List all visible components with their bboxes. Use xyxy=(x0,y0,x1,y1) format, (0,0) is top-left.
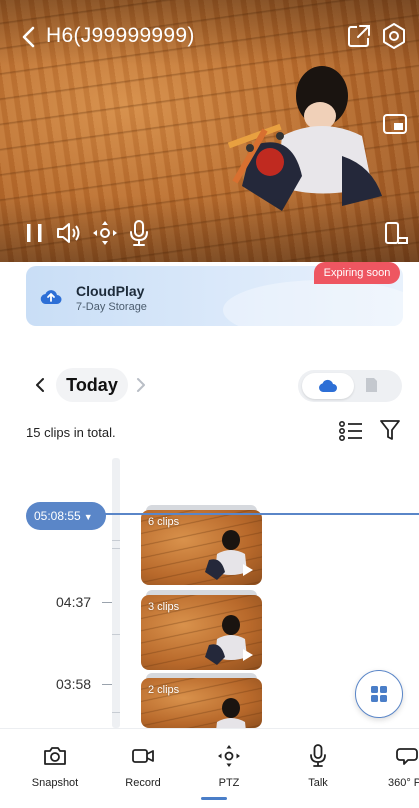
time-dash xyxy=(102,684,112,685)
volume-icon[interactable] xyxy=(54,218,84,248)
clip-thumbnail xyxy=(216,698,246,728)
timeline-cursor-line xyxy=(100,513,419,515)
time-label: 04:37 xyxy=(56,594,92,610)
clips-count: 15 clips in total. xyxy=(26,425,116,440)
play-icon xyxy=(239,562,255,578)
record-button[interactable]: Record xyxy=(108,743,178,801)
share-icon[interactable] xyxy=(345,22,373,50)
cursor-time: 05:08:55 xyxy=(34,509,81,523)
expiring-badge: Expiring soon xyxy=(314,262,400,284)
grid-icon xyxy=(371,686,387,702)
camera-playback-screen: H6(J99999999) CloudPlay 7-Day Storage Ex… xyxy=(0,0,419,808)
pause-icon[interactable] xyxy=(20,218,50,248)
video-camera-icon xyxy=(130,743,156,769)
grid-view-button[interactable] xyxy=(355,670,403,718)
timeline-track[interactable] xyxy=(112,458,120,728)
timeline-tick xyxy=(112,540,120,541)
cloudplay-subtitle: 7-Day Storage xyxy=(76,301,147,313)
list-view-icon[interactable] xyxy=(337,417,365,445)
360-view-label: 360° P xyxy=(388,777,419,789)
snapshot-button[interactable]: Snapshot xyxy=(20,743,90,801)
snapshot-label: Snapshot xyxy=(31,777,79,789)
live-video-view[interactable]: H6(J99999999) xyxy=(0,0,419,262)
screen-rotate-icon[interactable] xyxy=(382,218,412,248)
chevron-right-icon[interactable] xyxy=(134,376,148,394)
settings-icon[interactable] xyxy=(380,22,408,50)
camera-title: H6(J99999999) xyxy=(46,24,195,47)
time-label: 03:58 xyxy=(56,676,92,692)
date-selector[interactable]: Today xyxy=(56,368,128,402)
camera-icon xyxy=(42,743,68,769)
clip-group-label: 3 clips xyxy=(148,601,180,613)
storage-source-toggle xyxy=(298,370,402,402)
cloud-storage-tab[interactable] xyxy=(302,373,354,399)
microphone-icon[interactable] xyxy=(124,218,154,248)
clip-group[interactable]: 2 clips xyxy=(141,678,262,728)
360-view-button[interactable]: 360° P xyxy=(372,743,419,801)
chevron-left-icon[interactable] xyxy=(32,376,48,394)
ptz-icon xyxy=(216,743,242,769)
play-icon xyxy=(239,647,255,663)
clip-group-label: 6 clips xyxy=(148,516,180,528)
banner-decoration xyxy=(223,280,403,326)
bottom-toolbar: Snapshot Record PTZ Talk 360° P xyxy=(0,728,419,808)
cloud-upload-icon xyxy=(39,285,63,309)
back-arrow-icon[interactable] xyxy=(14,22,44,52)
clip-group[interactable]: 3 clips xyxy=(141,595,262,670)
ptz-icon[interactable] xyxy=(90,218,120,248)
talk-button[interactable]: Talk xyxy=(283,743,353,801)
ptz-button[interactable]: PTZ xyxy=(194,743,264,801)
cloudplay-title: CloudPlay xyxy=(76,283,145,299)
sd-card-icon[interactable] xyxy=(364,376,378,394)
talk-label: Talk xyxy=(308,777,328,789)
microphone-icon xyxy=(305,743,331,769)
picture-in-picture-icon[interactable] xyxy=(382,112,408,136)
active-tool-indicator xyxy=(201,797,227,800)
clip-group[interactable]: 6 clips xyxy=(141,510,262,585)
filter-icon[interactable] xyxy=(378,417,402,443)
time-dash xyxy=(102,602,112,603)
clip-group-label: 2 clips xyxy=(148,684,180,696)
cloud-icon xyxy=(319,379,337,392)
record-label: Record xyxy=(125,777,161,789)
ptz-label: PTZ xyxy=(218,777,240,789)
timeline-tick xyxy=(112,634,120,635)
timeline-cursor[interactable]: 05:08:55 ▼ xyxy=(26,502,106,530)
360-view-icon xyxy=(394,743,419,769)
timeline-tick xyxy=(112,712,120,713)
video-header: H6(J99999999) xyxy=(0,0,419,70)
caret-down-icon: ▼ xyxy=(83,512,93,522)
timeline-tick xyxy=(112,548,120,549)
